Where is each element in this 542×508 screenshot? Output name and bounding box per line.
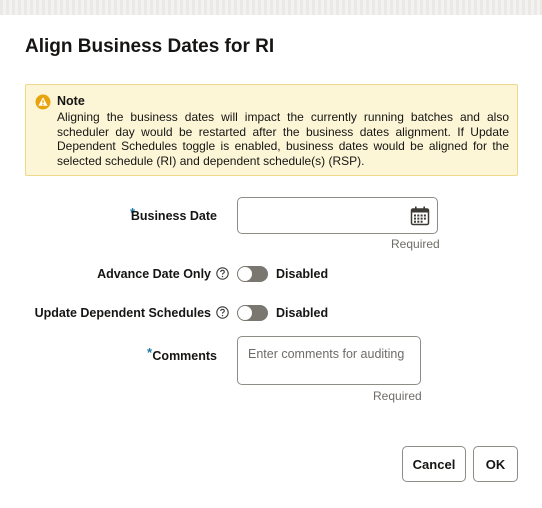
comments-required-marker: * [147,345,153,360]
comments-placeholder: Enter comments for auditing [248,347,405,361]
business-date-required-hint: Required [391,237,440,251]
update-dependent-schedules-state: Disabled [276,306,329,320]
dialog-title: Align Business Dates for RI [25,36,275,57]
advance-date-only-state: Disabled [276,267,329,281]
update-dependent-schedules-label: Update Dependent Schedules [34,306,211,320]
warning-icon [35,94,51,110]
advance-date-only-label: Advance Date Only [97,267,211,281]
calendar-icon[interactable] [410,206,430,226]
window-top-strip [0,0,542,15]
comments-textarea[interactable]: Enter comments for auditing [237,336,421,385]
comments-label: Comments [152,349,217,363]
toggle-knob [238,267,252,281]
update-dependent-schedules-toggle[interactable] [237,305,268,321]
cancel-button[interactable]: Cancel [402,446,466,482]
help-icon[interactable] [216,306,229,319]
note-title: Note [57,94,85,108]
note-banner: Note Aligning the business dates will im… [25,84,518,176]
comments-required-hint: Required [373,389,422,403]
ok-button[interactable]: OK [473,446,518,482]
advance-date-only-toggle[interactable] [237,266,268,282]
help-icon[interactable] [216,267,229,280]
toggle-knob [238,306,252,320]
business-date-input[interactable] [237,197,438,234]
business-date-label: Business Date [130,209,217,223]
note-text: Aligning the business dates will impact … [57,110,509,168]
